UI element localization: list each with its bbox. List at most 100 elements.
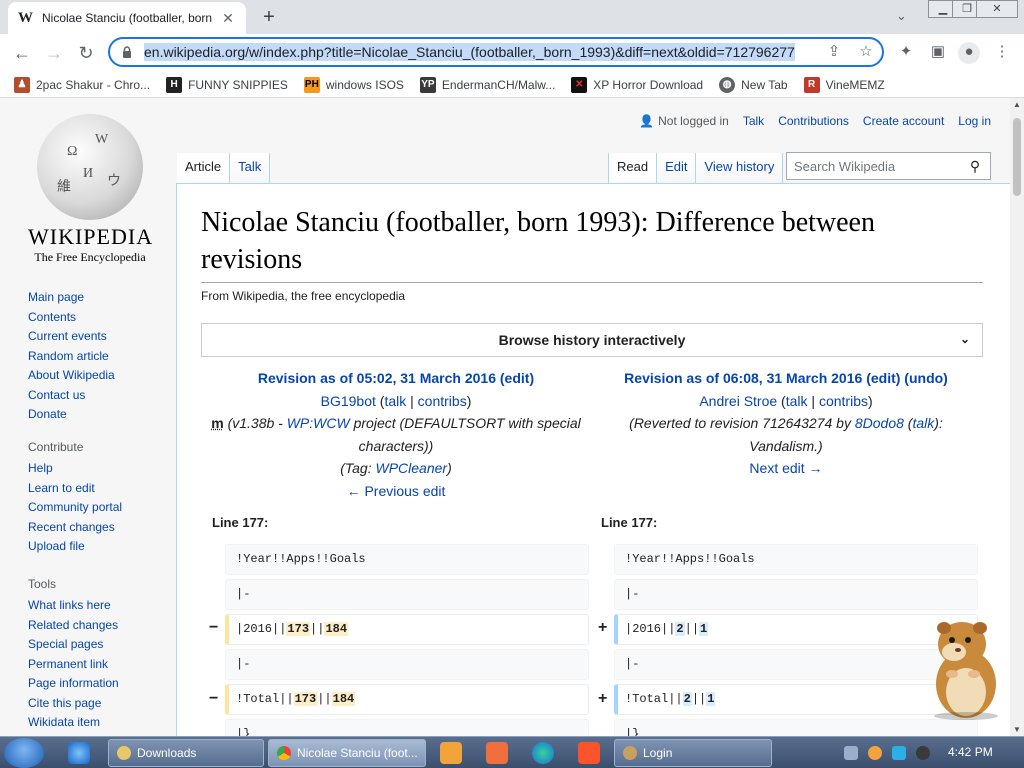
bookmark-item[interactable]: ♟ 2pac Shakur - Chro... <box>14 76 150 93</box>
extensions-puzzle-icon[interactable]: ✦ <box>896 42 916 62</box>
search-icon[interactable]: ⚲ <box>960 158 990 175</box>
sidebar-item-random-article[interactable]: Random article <box>28 347 115 367</box>
tray-search-icon[interactable] <box>868 746 882 760</box>
sidebar-item-community-portal[interactable]: Community portal <box>28 498 122 518</box>
media-player-icon[interactable] <box>440 742 462 764</box>
new-revision-link[interactable]: Revision as of 06:08, 31 March 2016 <box>624 370 862 386</box>
contributions-link[interactable]: Contributions <box>778 114 849 128</box>
side-panel-icon[interactable]: ▣ <box>928 42 948 62</box>
reload-icon[interactable]: ↻ <box>74 41 98 65</box>
start-button[interactable] <box>4 738 44 768</box>
bookmark-item[interactable]: H FUNNY SNIPPIES <box>166 76 288 93</box>
forward-arrow-icon[interactable]: → <box>42 41 66 65</box>
paint-icon[interactable] <box>486 742 508 764</box>
taskbar-item-chrome[interactable]: Nicolae Stanciu (foot... <box>268 739 426 767</box>
close-tab-icon[interactable]: ✕ <box>220 10 236 27</box>
wcw-link[interactable]: WP:WCW <box>287 415 350 431</box>
tray-volume-icon[interactable] <box>916 746 930 760</box>
new-revision-contribs-link[interactable]: contribs <box>819 393 868 409</box>
menu-kebab-icon[interactable]: ⋮ <box>992 42 1012 62</box>
tray-app-icon[interactable] <box>844 746 858 760</box>
address-bar[interactable]: en.wikipedia.org/w/index.php?title=Nicol… <box>108 37 884 67</box>
old-revision-talk-link[interactable]: talk <box>384 393 406 409</box>
hamster-desktop-pet-icon[interactable] <box>922 614 1004 720</box>
bookmark-item[interactable]: PH windows ISOS <box>303 76 404 93</box>
taskbar-clock[interactable]: 4:42 PM <box>948 745 993 759</box>
browse-history-label: Browse history interactively <box>498 332 686 348</box>
sidebar-item-contents[interactable]: Contents <box>28 308 115 328</box>
old-revision-user-link[interactable]: BG19bot <box>321 393 376 409</box>
internet-explorer-icon[interactable] <box>68 742 90 764</box>
diff-context-line: |- <box>614 579 978 610</box>
page-scrollbar[interactable]: ▲ ▼ <box>1010 98 1024 736</box>
sidebar-item-special-pages[interactable]: Special pages <box>28 635 119 655</box>
scrollbar-thumb[interactable] <box>1013 118 1021 196</box>
tab-search-chevron-icon[interactable]: ⌄ <box>896 8 907 24</box>
new-line-label: Line 177: <box>601 515 658 530</box>
summary-user-link[interactable]: 8Dodo8 <box>855 415 904 431</box>
old-revision-link[interactable]: Revision as of 05:02, 31 March 2016 <box>258 370 496 386</box>
new-revision-talk-link[interactable]: talk <box>786 393 808 409</box>
sidebar-item-contact-us[interactable]: Contact us <box>28 386 115 406</box>
sidebar-item-current-events[interactable]: Current events <box>28 327 115 347</box>
share-icon[interactable]: ⇪ <box>824 42 844 62</box>
sidebar-item-wikidata-item[interactable]: Wikidata item <box>28 713 119 733</box>
sidebar-item-learn-to-edit[interactable]: Learn to edit <box>28 479 122 499</box>
bookmark-item[interactable]: ◍ New Tab <box>719 76 788 93</box>
new-tab-button[interactable]: + <box>256 6 282 28</box>
brave-icon[interactable] <box>578 742 600 764</box>
tab-view-history[interactable]: View history <box>696 153 784 183</box>
next-edit-link[interactable]: Next edit → <box>749 460 822 476</box>
back-arrow-icon[interactable]: ← <box>10 41 34 65</box>
sidebar-item-help[interactable]: Help <box>28 459 122 479</box>
bookmark-item[interactable]: YP EndermanCH/Malw... <box>419 76 555 93</box>
sidebar-item-permanent-link[interactable]: Permanent link <box>28 655 119 675</box>
site-subtitle: From Wikipedia, the free encyclopedia <box>201 289 406 303</box>
sidebar-item-cite-this-page[interactable]: Cite this page <box>28 694 119 714</box>
sidebar-item-what-links-here[interactable]: What links here <box>28 596 119 616</box>
close-window-button[interactable]: ✕ <box>976 0 1018 18</box>
sidebar-item-recent-changes[interactable]: Recent changes <box>28 518 122 538</box>
bookmark-star-icon[interactable]: ☆ <box>856 42 876 62</box>
diff-added-word: 1 <box>699 622 709 636</box>
profile-avatar-icon[interactable]: ● <box>958 42 980 64</box>
personal-talk-link[interactable]: Talk <box>743 114 764 128</box>
scroll-down-arrow-icon[interactable]: ▼ <box>1010 725 1024 734</box>
sidebar-item-related-changes[interactable]: Related changes <box>28 616 119 636</box>
wikipedia-logo[interactable]: ΩWИ維ウ WIKIPEDIA The Free Encyclopedia <box>28 114 152 265</box>
sidebar-item-about-wikipedia[interactable]: About Wikipedia <box>28 366 115 386</box>
bookmark-item[interactable]: R VineMEMZ <box>803 76 885 93</box>
scroll-up-arrow-icon[interactable]: ▲ <box>1010 100 1024 109</box>
sidebar-item-page-information[interactable]: Page information <box>28 674 119 694</box>
new-revision-edit-link[interactable]: (edit) <box>866 370 900 386</box>
tab-article[interactable]: Article <box>177 153 231 183</box>
tray-network-icon[interactable] <box>892 746 906 760</box>
old-revision-edit-link[interactable]: (edit) <box>500 370 534 386</box>
namespace-tabs: Article Talk <box>177 153 271 183</box>
sidebar-item-upload-file[interactable]: Upload file <box>28 537 122 557</box>
wpcleaner-tag-link[interactable]: WPCleaner <box>376 460 448 476</box>
tab-read[interactable]: Read <box>608 153 658 183</box>
sidebar-item-donate[interactable]: Donate <box>28 405 115 425</box>
diff-deleted-line: !Total||173||184 <box>225 684 589 715</box>
browse-history-toggle[interactable]: Browse history interactively ⌄ <box>201 323 983 357</box>
previous-edit-link[interactable]: ← Previous edit <box>347 483 446 499</box>
taskbar-item-login[interactable]: Login <box>614 739 772 767</box>
create-account-link[interactable]: Create account <box>863 114 944 128</box>
edge-icon[interactable] <box>532 742 554 764</box>
content-area: Nicolae Stanciu (footballer, born 1993):… <box>176 183 1010 736</box>
search-placeholder: Search Wikipedia <box>794 158 896 174</box>
log-in-link[interactable]: Log in <box>958 114 991 128</box>
browser-tab[interactable]: W Nicolae Stanciu (footballer, born ✕ <box>8 2 246 34</box>
new-revision-user-link[interactable]: Andrei Stroe <box>699 393 777 409</box>
search-input[interactable]: Search Wikipedia ⚲ <box>786 152 991 180</box>
summary-user-talk-link[interactable]: talk <box>912 415 934 431</box>
sidebar-item-main-page[interactable]: Main page <box>28 288 115 308</box>
new-revision-undo-link[interactable]: (undo) <box>904 370 948 386</box>
diff-context-line: !Year!!Apps!!Goals <box>614 544 978 575</box>
taskbar-item-downloads[interactable]: Downloads <box>108 739 264 767</box>
tab-edit[interactable]: Edit <box>657 153 697 183</box>
tab-talk[interactable]: Talk <box>230 153 271 183</box>
bookmark-item[interactable]: ✕ XP Horror Download <box>571 76 703 93</box>
old-revision-contribs-link[interactable]: contribs <box>418 393 467 409</box>
